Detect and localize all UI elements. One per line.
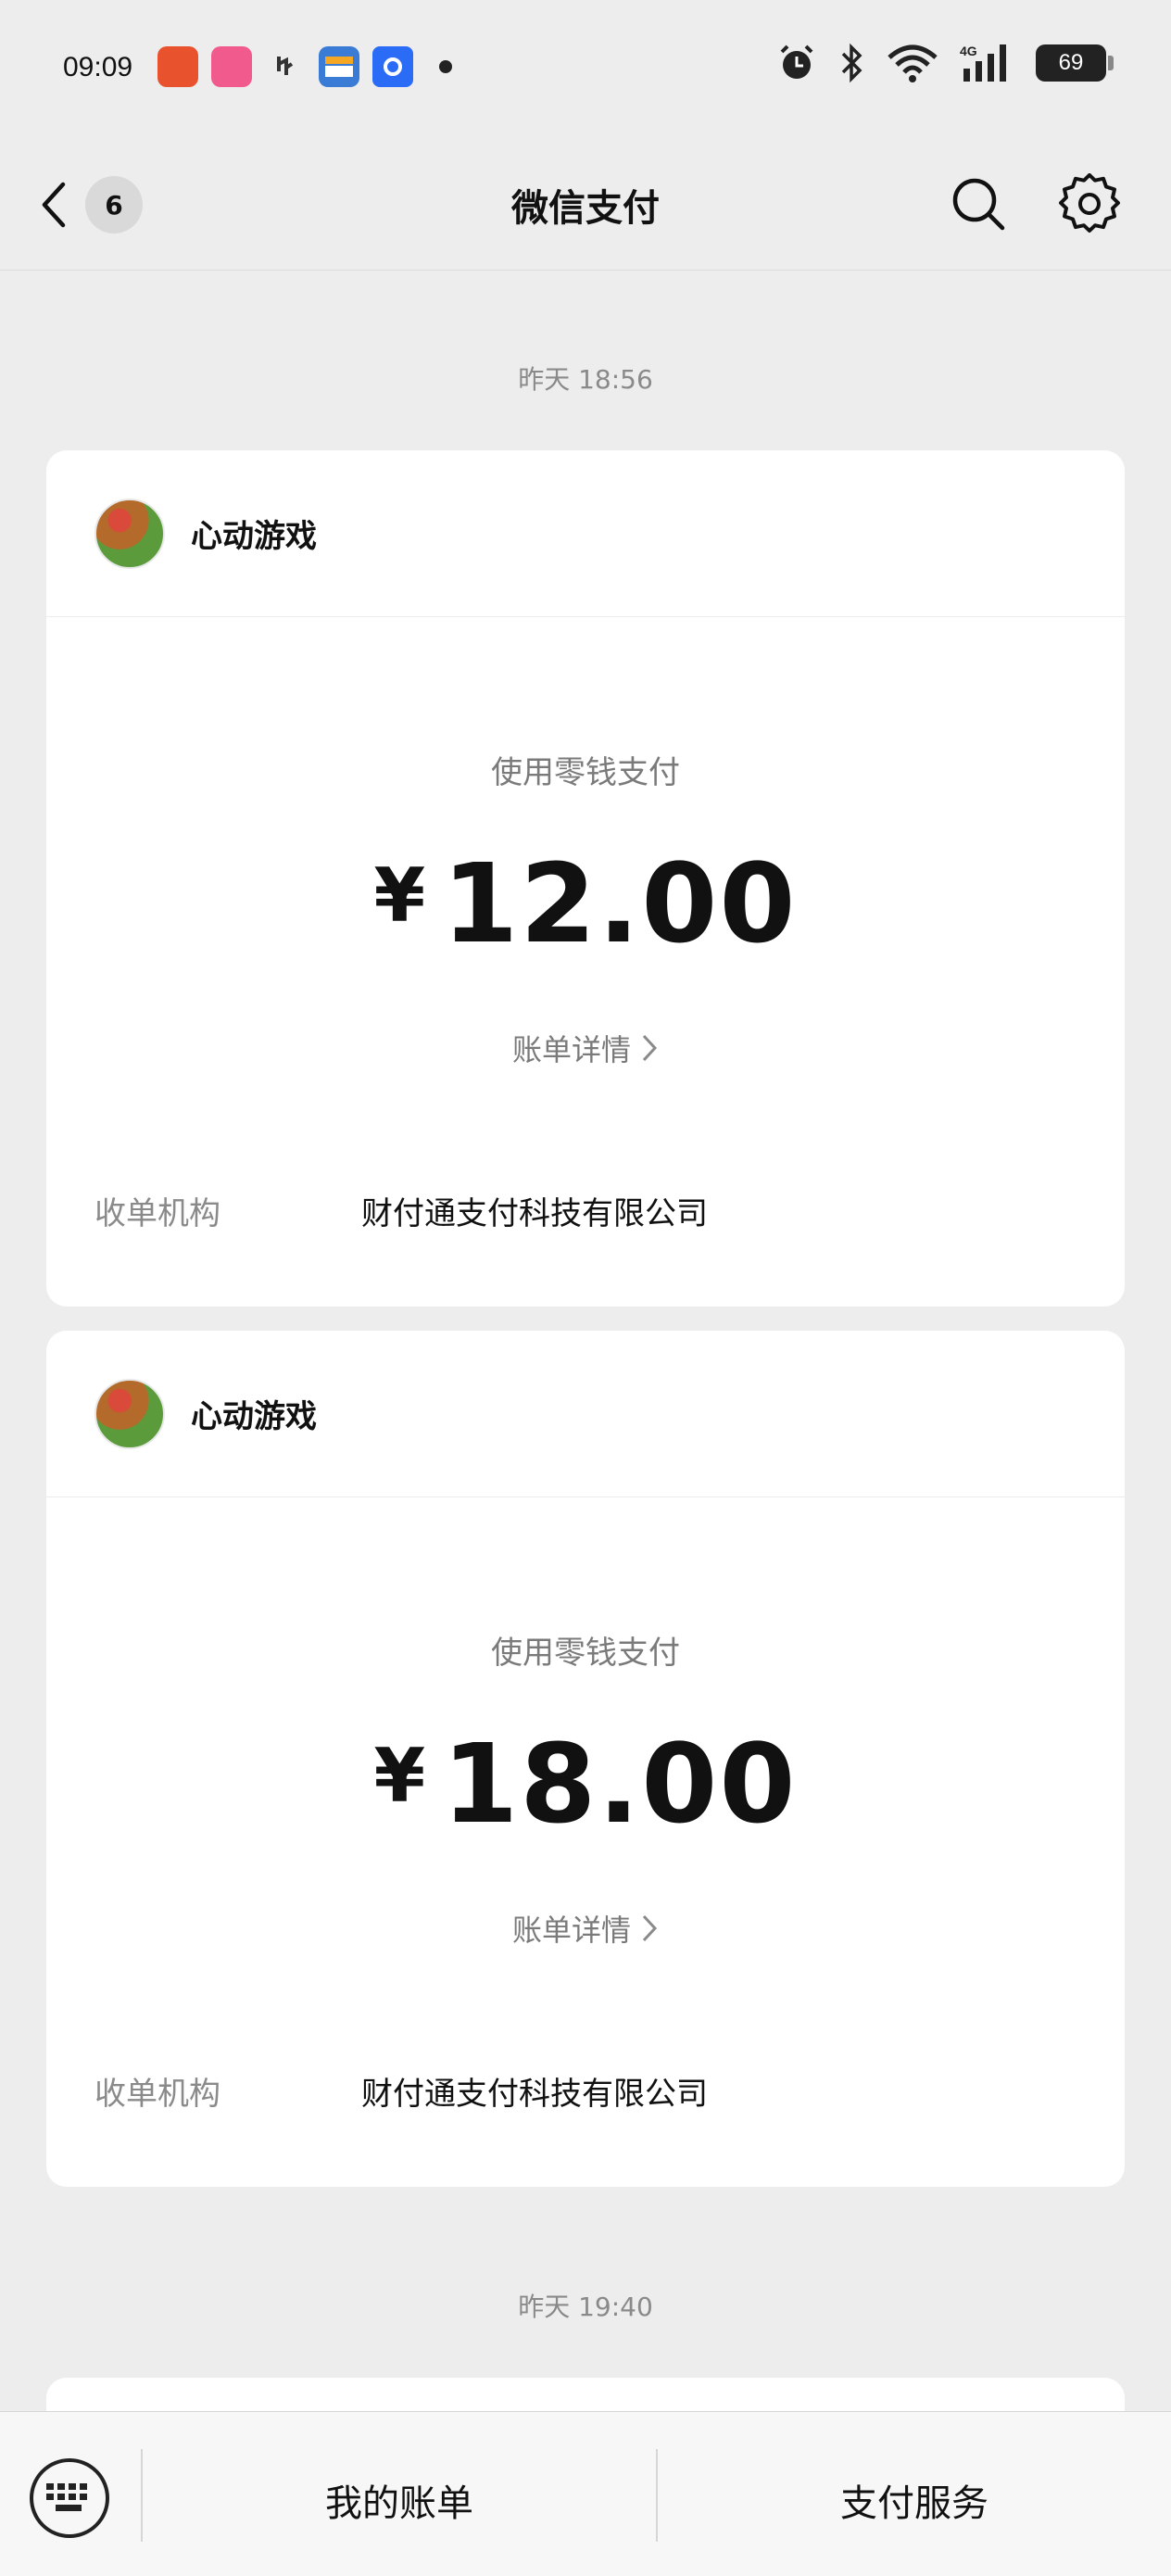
nav-bar: 6 微信支付: [0, 139, 1171, 271]
acquirer-label: 收单机构: [94, 2076, 220, 2113]
message-timestamp: 昨天 18:56: [518, 364, 653, 395]
app-notification-icon: [157, 46, 198, 87]
notification-icons: [157, 46, 452, 87]
payment-amount: ¥18.00: [46, 1720, 1125, 1848]
bluetooth-icon: [841, 43, 863, 83]
bottom-menu-bar: 我的账单 支付服务: [0, 2411, 1171, 2576]
wifi-icon: [888, 44, 938, 82]
settings-button[interactable]: [1052, 167, 1127, 241]
battery-indicator: 69: [1036, 44, 1114, 82]
merchant-header: 心动游戏: [46, 1331, 1125, 1497]
payment-services-menu[interactable]: 支付服务: [658, 2468, 1171, 2532]
svg-text:4G: 4G: [960, 44, 977, 58]
amount-value: 12.00: [442, 840, 798, 967]
more-notifications-dot: [439, 60, 452, 73]
bill-detail-label: 账单详情: [511, 1032, 631, 1067]
merchant-avatar: [94, 1378, 165, 1449]
bill-detail-link[interactable]: 账单详情: [46, 1907, 1125, 1950]
bill-detail-label: 账单详情: [511, 1913, 631, 1948]
bill-detail-link[interactable]: 账单详情: [46, 1027, 1125, 1069]
amount-value: 18.00: [442, 1720, 798, 1848]
wallet-notification-icon: [319, 46, 359, 87]
search-button[interactable]: [941, 167, 1015, 241]
keyboard-toggle-button[interactable]: [30, 2458, 109, 2538]
alarm-icon: [780, 44, 813, 79]
status-bar: 09:09 4G 69: [0, 0, 1171, 139]
acquirer-label: 收单机构: [94, 1195, 220, 1232]
payment-method: 使用零钱支付: [491, 1635, 680, 1672]
merchant-name: 心动游戏: [191, 1398, 317, 1435]
message-timestamp: 昨天 19:40: [518, 2292, 653, 2322]
app-notification-icon: [372, 46, 413, 87]
gear-icon: [1059, 173, 1120, 233]
merchant-header: 心动游戏: [46, 450, 1125, 617]
merchant-name: 心动游戏: [191, 518, 317, 555]
chevron-right-icon: [642, 1914, 658, 1942]
chevron-right-icon: [642, 1034, 658, 1062]
app-notification-icon: [265, 46, 306, 87]
payment-amount: ¥12.00: [46, 840, 1125, 967]
cellular-signal-icon: 4G: [960, 44, 1006, 82]
bilibili-notification-icon: [211, 46, 252, 87]
payment-method: 使用零钱支付: [491, 754, 680, 791]
status-time: 09:09: [63, 52, 133, 82]
my-bills-menu[interactable]: 我的账单: [143, 2468, 656, 2532]
merchant-avatar: [94, 498, 165, 569]
acquirer-value: 财付通支付科技有限公司: [361, 2076, 708, 2113]
acquirer-value: 财付通支付科技有限公司: [361, 1195, 708, 1232]
payment-card[interactable]: 心动游戏 使用零钱支付 ¥12.00 账单详情 收单机构 财付通支付科技有限公司: [46, 450, 1125, 1307]
search-icon: [952, 178, 1005, 231]
currency-symbol: ¥: [373, 852, 428, 939]
payment-card[interactable]: 心动游戏 使用零钱支付 ¥18.00 账单详情 收单机构 财付通支付科技有限公司: [46, 1331, 1125, 2187]
system-icons: 4G 69: [776, 43, 1114, 83]
keyboard-icon: [46, 2483, 87, 2511]
currency-symbol: ¥: [373, 1733, 428, 1819]
